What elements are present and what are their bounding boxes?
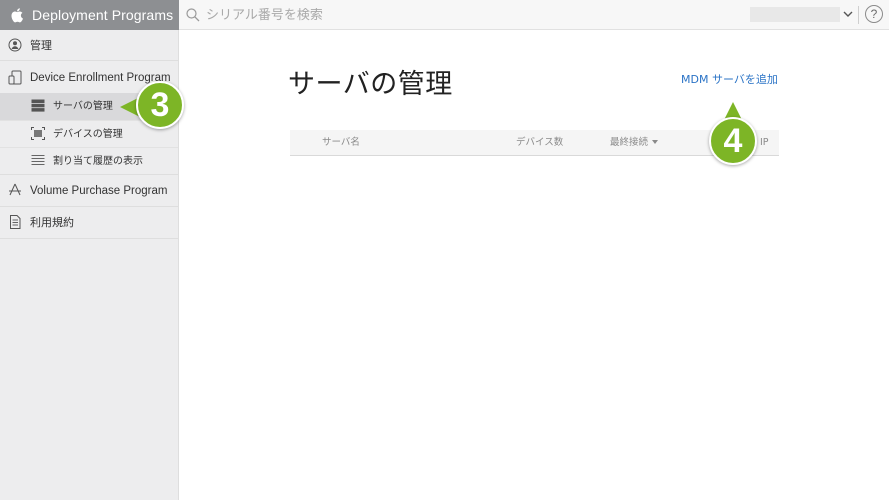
sidebar-item-terms[interactable]: 利用規約: [0, 207, 178, 239]
page-title: サーバの管理: [288, 69, 453, 100]
serial-search-input[interactable]: [206, 7, 566, 23]
sidebar-item-label: デバイスの管理: [53, 129, 123, 140]
brand-bar[interactable]: Deployment Programs: [0, 0, 179, 30]
help-button[interactable]: ?: [865, 5, 883, 23]
sidebar-item-assignment-history[interactable]: 割り当て履歴の表示: [0, 147, 178, 174]
app-store-icon: [9, 183, 21, 196]
device-frame-icon: [31, 127, 45, 140]
app-window: Deployment Programs ? 管理: [0, 0, 889, 500]
sidebar-item-label: 割り当て履歴の表示: [53, 156, 143, 167]
sidebar-item-label: Volume Purchase Program: [30, 185, 168, 197]
list-icon: [31, 155, 45, 165]
top-bar: Deployment Programs ?: [0, 0, 889, 30]
column-header-server-name[interactable]: サーバ名: [322, 130, 360, 156]
sidebar-item-label: サーバの管理: [53, 101, 113, 112]
column-header-ip[interactable]: IP: [760, 130, 769, 156]
sidebar-item-label: 利用規約: [30, 216, 74, 229]
add-mdm-server-link[interactable]: MDM サーバを追加: [681, 71, 778, 87]
column-header-label: 最終接続: [610, 137, 649, 148]
devices-icon: [8, 70, 22, 85]
chevron-down-icon[interactable]: [842, 8, 854, 20]
sidebar-item-manage[interactable]: 管理: [0, 30, 178, 61]
step-callout-4: 4: [709, 117, 757, 165]
document-icon: [10, 215, 21, 229]
column-header-device-count[interactable]: デバイス数: [516, 130, 563, 156]
search-bar: [186, 0, 566, 30]
step-callout-3: 3: [136, 81, 184, 129]
server-icon: [31, 99, 45, 112]
search-icon: [186, 8, 200, 22]
account-name-redacted[interactable]: [750, 7, 840, 22]
column-header-last-connected[interactable]: 最終接続: [610, 130, 659, 156]
user-circle-icon: [8, 38, 22, 52]
sort-caret-icon: [652, 140, 659, 144]
servers-table-header: サーバ名 デバイス数 最終接続 IP: [290, 130, 779, 156]
sidebar-item-label: 管理: [30, 39, 52, 52]
brand-title: Deployment Programs: [32, 7, 174, 23]
apple-logo-icon: [11, 8, 23, 23]
header-divider: [858, 6, 859, 24]
sidebar-item-volume-purchase[interactable]: Volume Purchase Program: [0, 175, 178, 207]
